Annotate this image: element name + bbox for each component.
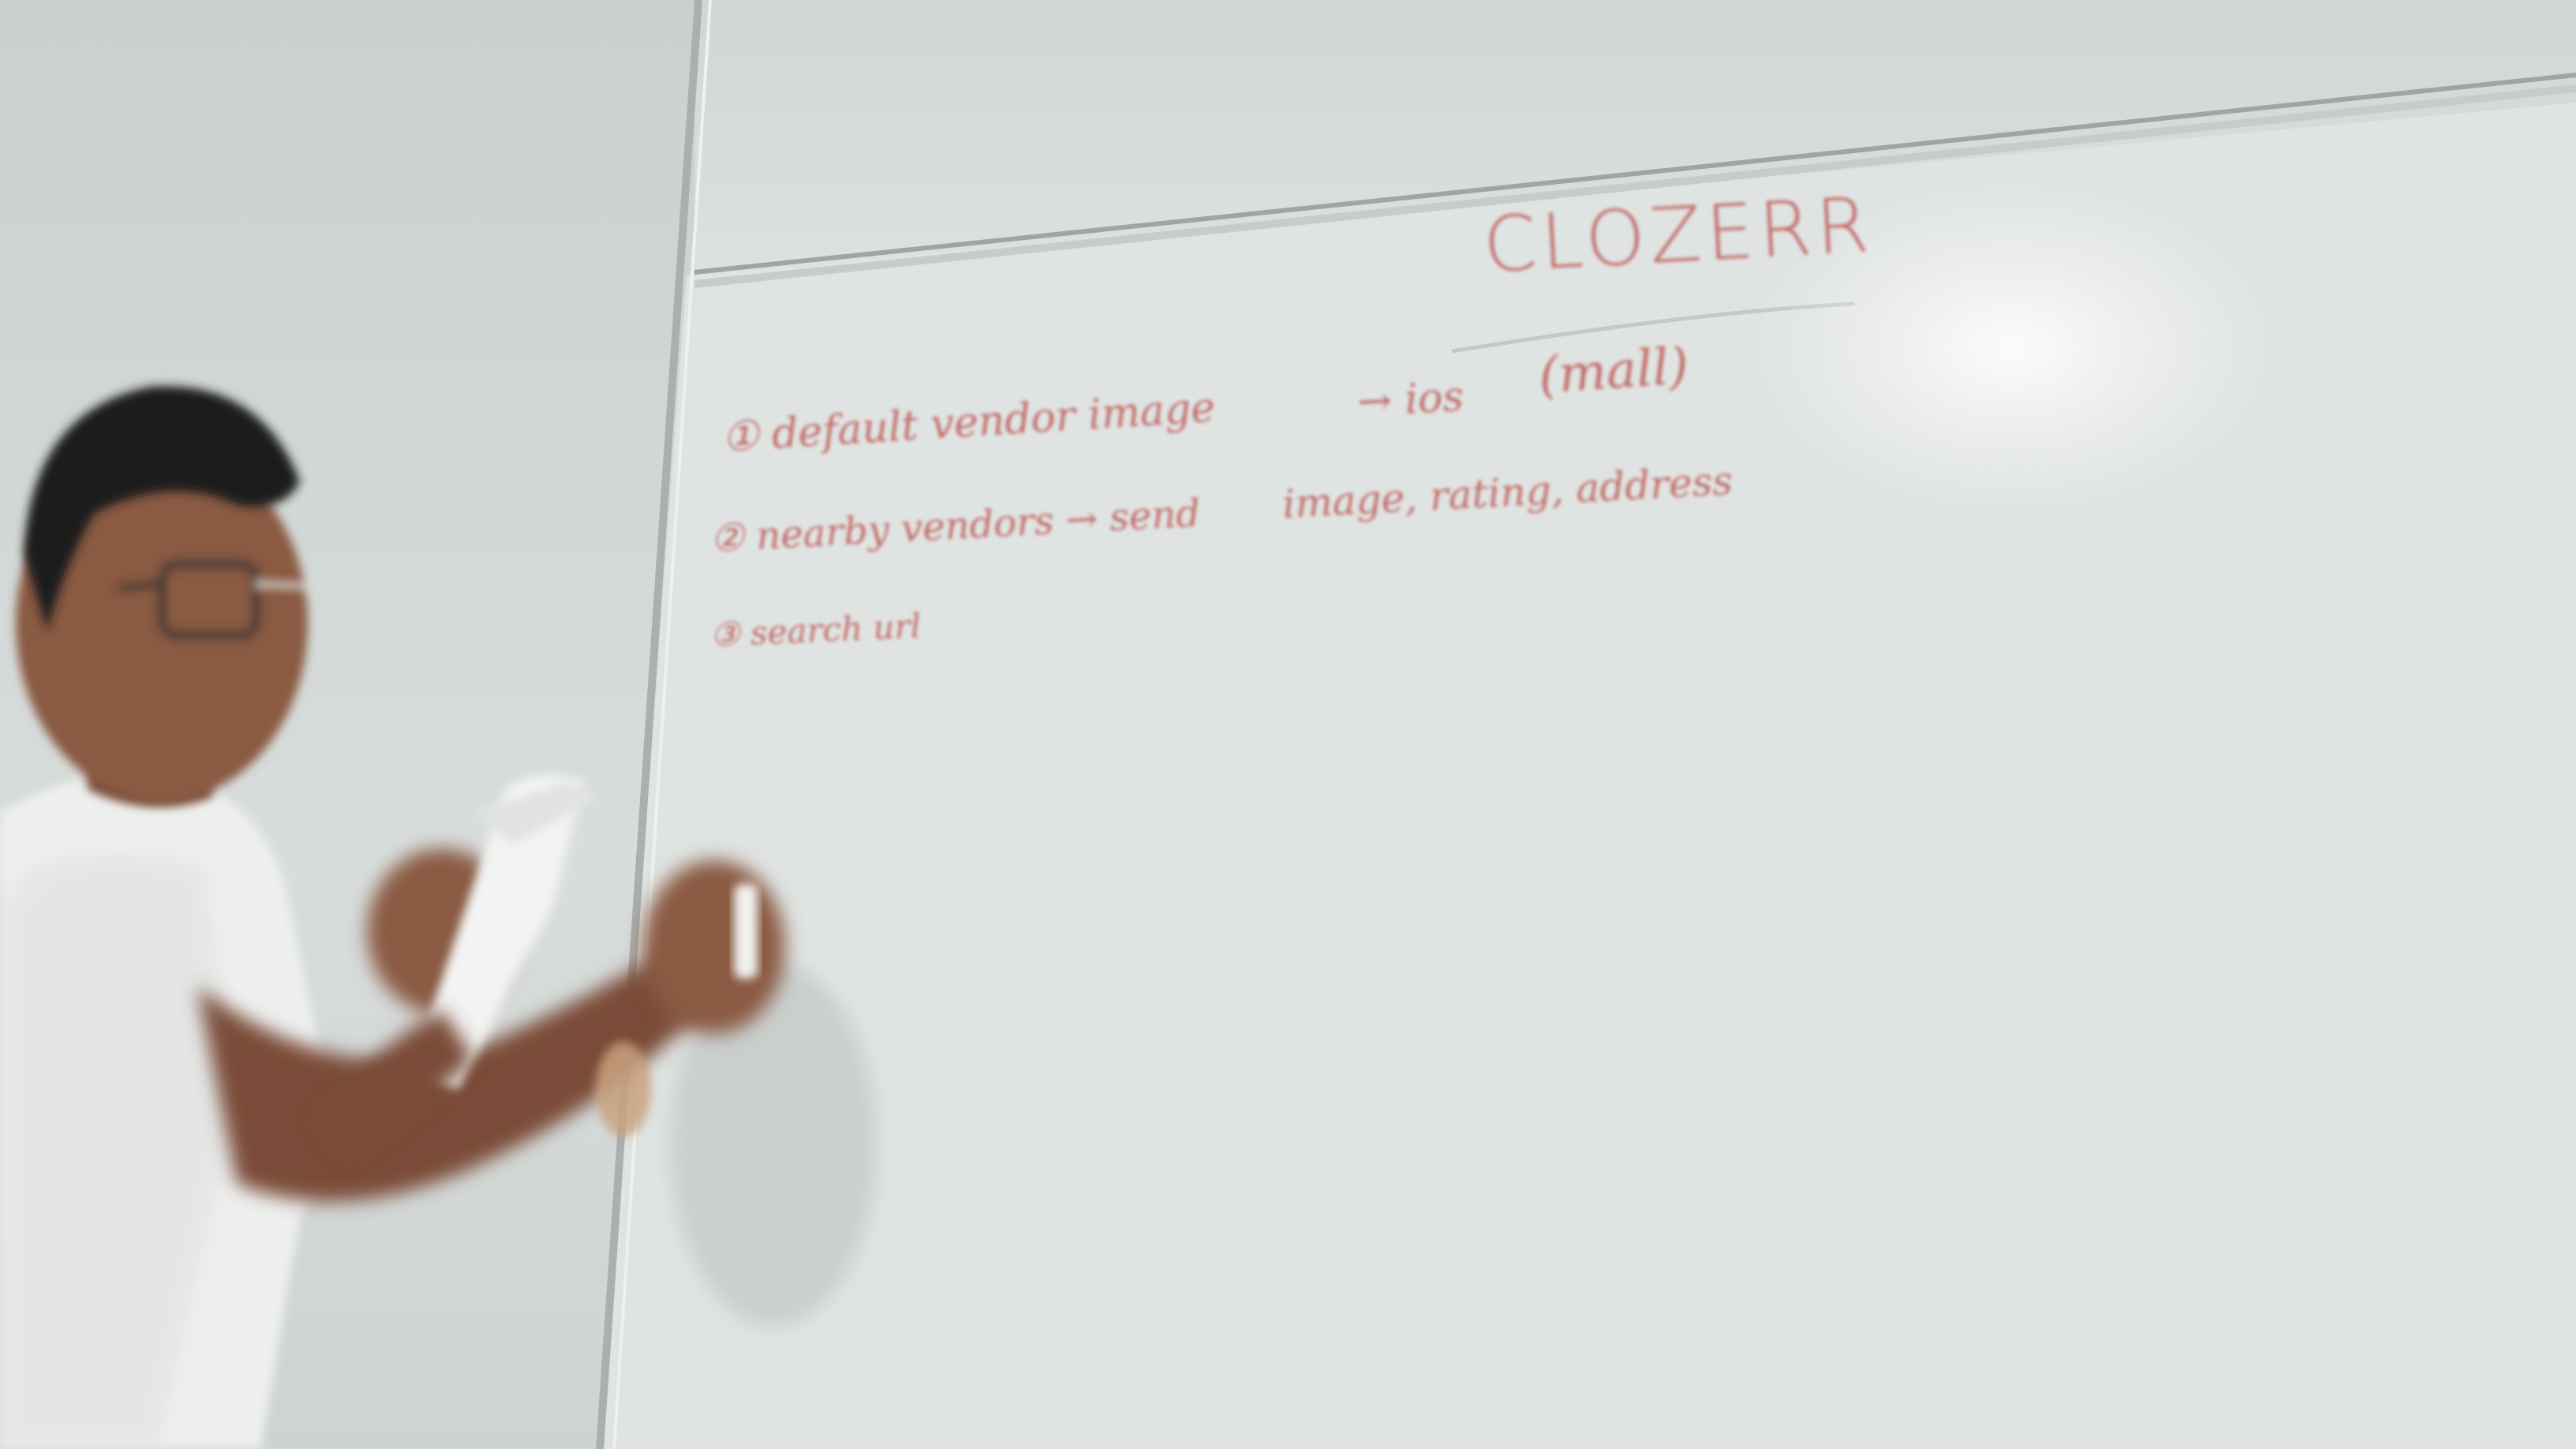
board-surface: [600, 103, 2576, 1449]
whiteboard: CLOZERR (mall) ① default vendor image → …: [0, 0, 2576, 1449]
board-note: (mall): [1537, 336, 1690, 406]
board-item-1-continuation: → ios: [1356, 373, 1466, 426]
whiteboard-photo: CLOZERR (mall) ① default vendor image → …: [0, 0, 2576, 1449]
whiteboard-edges: [596, 0, 2576, 1449]
